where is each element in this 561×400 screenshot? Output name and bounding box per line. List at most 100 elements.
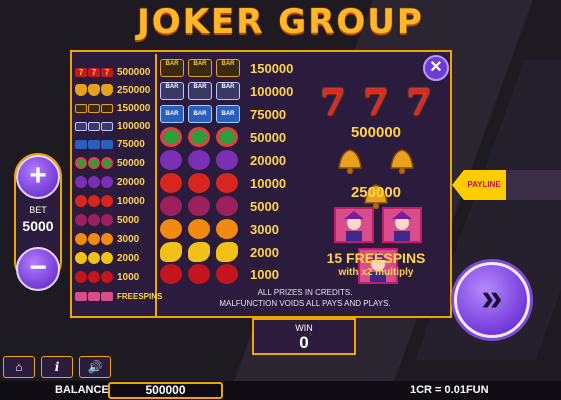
joker-icon xyxy=(101,291,113,301)
cherry-icon xyxy=(160,264,182,284)
paytable-row: 150000 xyxy=(75,99,150,117)
bar-icon: BAR xyxy=(160,105,184,123)
watermelon-icon xyxy=(188,127,210,147)
triple-bar-icon: BAR xyxy=(216,59,240,77)
paytable-column-right: 777 500000 250000 15 FREESPINS with x2 m… xyxy=(302,54,450,284)
paytable-row: BAR BAR BAR 100000 xyxy=(160,80,293,102)
joker-icon xyxy=(88,291,100,301)
prize-value: 2000 xyxy=(117,252,140,264)
grapes-icon xyxy=(101,176,113,188)
win-display: WIN 0 xyxy=(252,318,356,355)
game-title: JOKER GROUP xyxy=(137,2,424,42)
orange-icon xyxy=(75,233,87,245)
bell-icon xyxy=(385,146,419,176)
prize-value: 1000 xyxy=(250,266,279,282)
bar-icon xyxy=(101,139,113,149)
bet-decrease-button[interactable]: − xyxy=(16,247,60,291)
paytable-row: 20000 xyxy=(75,173,145,191)
grapes-icon xyxy=(216,150,238,170)
orange-icon xyxy=(88,233,100,245)
orange-icon xyxy=(188,219,210,239)
plum-icon xyxy=(188,196,210,216)
bar-icon: BAR xyxy=(216,105,240,123)
credit-rate: 1CR = 0.01FUN xyxy=(410,384,489,396)
tomato-icon xyxy=(75,195,87,207)
win-label: WIN xyxy=(295,323,313,333)
paytable-row: 50000 xyxy=(75,154,145,172)
paytable-row: 1000 xyxy=(160,263,279,285)
home-button[interactable]: ⌂ xyxy=(3,356,35,378)
grapes-icon xyxy=(160,150,182,170)
grapes-icon xyxy=(88,176,100,188)
bar-icon xyxy=(88,139,100,149)
close-button[interactable]: ✕ xyxy=(423,55,449,81)
info-button[interactable]: i xyxy=(41,356,73,378)
seven-icon: 7 xyxy=(363,82,389,124)
bet-label: BET xyxy=(29,205,47,215)
paytable-row: 50000 xyxy=(160,126,286,148)
paytable-row: FREESPINS xyxy=(75,287,162,305)
watermelon-icon xyxy=(75,157,87,169)
plum-icon xyxy=(88,214,100,226)
paytable-row: 10000 xyxy=(160,172,286,194)
double-bar-icon: BAR xyxy=(216,82,240,100)
prize-value: 3000 xyxy=(117,233,140,245)
bell-prize: 250000 xyxy=(350,184,402,201)
prize-value: 100000 xyxy=(117,120,151,132)
paytable-row: 2000 xyxy=(75,249,139,267)
prize-value: 5000 xyxy=(250,198,279,214)
joker-icon xyxy=(333,207,374,243)
double-bar-icon xyxy=(101,121,113,131)
cherry-icon xyxy=(88,271,100,283)
plum-icon xyxy=(216,196,238,216)
paytable-row: 100000 xyxy=(75,117,150,135)
spin-button[interactable]: » xyxy=(454,262,530,338)
orange-icon xyxy=(101,233,113,245)
prize-value: 20000 xyxy=(117,176,145,188)
lemon-icon xyxy=(216,242,238,262)
lemon-icon xyxy=(188,242,210,262)
prize-value: 500000 xyxy=(117,66,151,78)
bell-row xyxy=(302,146,450,216)
paytable-column-left: 777 500000 250000 150000 100000 75000 50… xyxy=(75,54,162,316)
rules-note: ALL PRIZES IN CREDITS. MALFUNCTION VOIDS… xyxy=(160,287,450,309)
watermelon-icon xyxy=(88,157,100,169)
paytable-row: BAR BAR BAR 150000 xyxy=(160,57,293,79)
balance-value: 500000 xyxy=(108,382,223,399)
lemon-icon xyxy=(88,252,100,264)
prize-value: 1000 xyxy=(117,271,140,283)
prize-value: 150000 xyxy=(250,60,294,76)
bell-icon xyxy=(333,146,367,176)
payline-band xyxy=(506,170,561,200)
joker-icon xyxy=(75,291,87,301)
double-bar-icon xyxy=(88,121,100,131)
tomato-icon xyxy=(188,173,210,193)
sound-button[interactable]: 🔊 xyxy=(79,356,111,378)
bar-icon xyxy=(75,139,87,149)
watermelon-icon xyxy=(216,127,238,147)
note-line: MALFUNCTION VOIDS ALL PAYS AND PLAYS. xyxy=(219,299,391,308)
bet-increase-button[interactable]: + xyxy=(16,155,60,199)
tomato-icon xyxy=(88,195,100,207)
seven-icon: 7 xyxy=(406,82,432,124)
double-bar-icon: BAR xyxy=(160,82,184,100)
plum-icon xyxy=(101,214,113,226)
bell-icon xyxy=(88,84,100,96)
lemon-icon xyxy=(101,252,113,264)
paytable-row: 75000 xyxy=(75,135,145,153)
triple-bar-icon xyxy=(101,103,113,113)
bell-icon xyxy=(75,84,87,96)
seven-icon: 7 xyxy=(88,67,100,77)
prize-value: 20000 xyxy=(250,152,287,168)
double-bar-icon xyxy=(75,121,87,131)
bet-value: 5000 xyxy=(22,218,54,234)
grapes-icon xyxy=(188,150,210,170)
paytable-row: 3000 xyxy=(75,230,139,248)
cherry-icon xyxy=(188,264,210,284)
paytable-row: 2000 xyxy=(160,241,279,263)
paytable-row: 3000 xyxy=(160,218,279,240)
paytable-row: 20000 xyxy=(160,149,286,171)
paytable-row: 10000 xyxy=(75,192,145,210)
prize-value: 3000 xyxy=(250,221,279,237)
cherry-icon xyxy=(75,271,87,283)
